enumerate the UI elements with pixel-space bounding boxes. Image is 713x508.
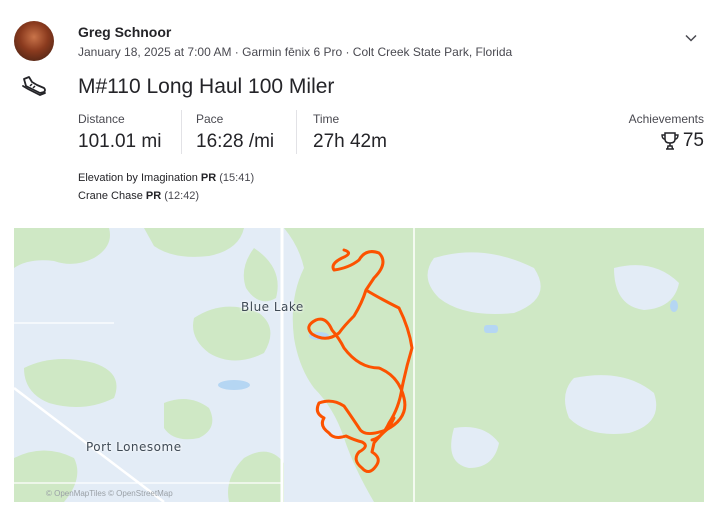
segment-time: (15:41): [219, 172, 255, 184]
achievements-count: 75: [682, 130, 704, 151]
stat-distance: Distance 101.01 mi: [78, 110, 182, 154]
stat-time: Time 27h 42m: [313, 110, 433, 154]
stat-distance-value: 101.01 mi: [78, 131, 162, 152]
trophy-icon: [661, 132, 679, 150]
place-label: Blue Lake: [241, 300, 304, 314]
achievements[interactable]: Achievements 75: [629, 110, 704, 152]
stat-time-value: 27h 42m: [313, 131, 387, 152]
stat-time-label: Time: [313, 112, 340, 126]
stat-distance-label: Distance: [78, 112, 125, 126]
athlete-name[interactable]: Greg Schnoor: [78, 24, 171, 40]
segment-time: (12:42): [164, 190, 200, 202]
segment-achievement[interactable]: Elevation by Imagination PR (15:41): [78, 172, 254, 184]
place-label: Port Lonesome: [86, 440, 182, 454]
pr-badge: PR: [145, 190, 162, 202]
route-map[interactable]: Blue Lake Port Lonesome © OpenMapTiles ©…: [14, 228, 704, 502]
chevron-down-icon[interactable]: [683, 30, 699, 46]
achievements-label: Achievements: [628, 112, 704, 126]
segment-name: Elevation by Imagination: [78, 172, 198, 184]
stat-pace-value: 16:28 /mi: [196, 131, 275, 152]
athlete-avatar[interactable]: [14, 21, 54, 61]
activity-meta: January 18, 2025 at 7:00 AM · Garmin fēn…: [78, 45, 513, 59]
map-canvas: [14, 228, 704, 502]
stat-pace-label: Pace: [196, 112, 224, 126]
segment-name: Crane Chase: [78, 190, 143, 202]
activity-title[interactable]: M#110 Long Haul 100 Miler: [78, 75, 334, 99]
stat-pace: Pace 16:28 /mi: [196, 110, 297, 154]
map-attribution[interactable]: © OpenMapTiles © OpenStreetMap: [46, 489, 173, 498]
segment-achievement[interactable]: Crane Chase PR (12:42): [78, 190, 199, 202]
pr-badge: PR: [200, 172, 217, 184]
shoe-icon: [22, 76, 46, 96]
